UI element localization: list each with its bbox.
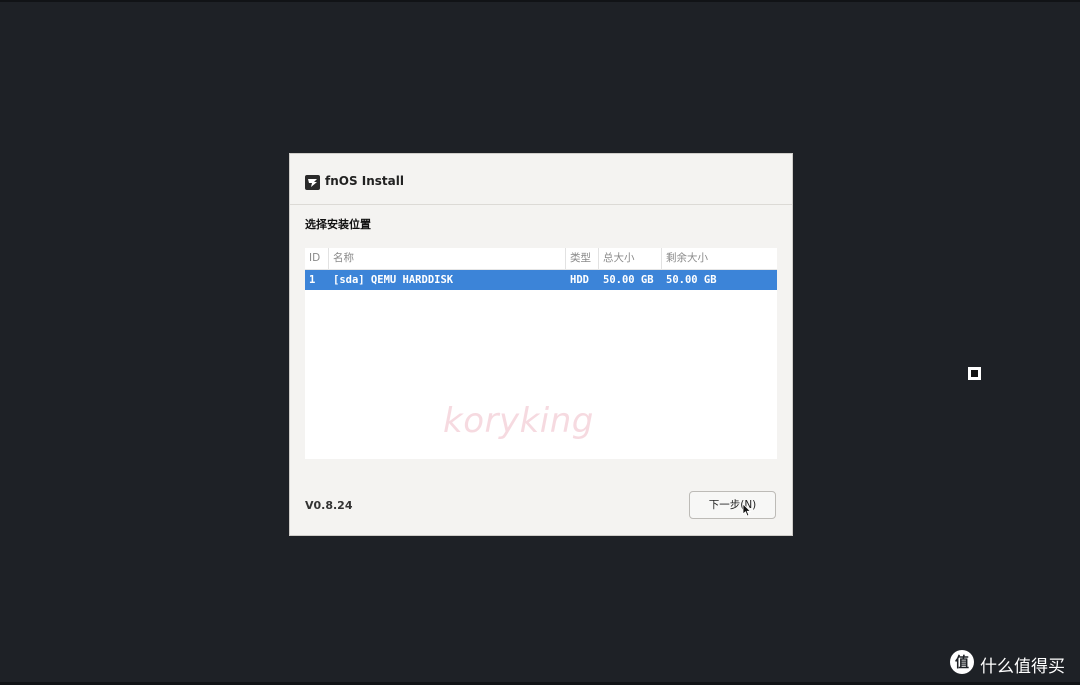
disk-table[interactable]: ID 名称 类型 总大小 剩余大小 1 [sda] QEMU HARDDISK … (305, 248, 777, 459)
cell-total-size: 50.00 GB (603, 274, 654, 286)
column-header-type[interactable]: 类型 (566, 248, 599, 269)
brand-text: 什么值得买 (980, 657, 1065, 677)
desktop-background: fnOS Install 选择安装位置 ID 名称 类型 总大小 剩余大小 1 … (0, 0, 1080, 685)
next-button[interactable]: 下一步(N) (689, 491, 776, 519)
section-title: 选择安装位置 (305, 218, 371, 231)
version-label: V0.8.24 (305, 499, 353, 512)
cell-id: 1 (309, 274, 316, 286)
table-header: ID 名称 类型 总大小 剩余大小 (305, 248, 777, 270)
installer-dialog: fnOS Install 选择安装位置 ID 名称 类型 总大小 剩余大小 1 … (290, 154, 792, 535)
column-header-name[interactable]: 名称 (329, 248, 566, 269)
cell-free-size: 50.00 GB (666, 274, 717, 286)
window-title: fnOS Install (325, 174, 404, 188)
top-border (0, 0, 1080, 2)
fnos-logo-icon (305, 175, 320, 190)
cell-name: [sda] QEMU HARDDISK (333, 274, 454, 286)
mouse-pointer-icon (742, 503, 752, 517)
svg-text:值: 值 (955, 654, 969, 671)
smzdm-logo-icon: 值 (950, 650, 974, 674)
column-header-total-size[interactable]: 总大小 (599, 248, 662, 269)
cell-type: HDD (570, 274, 589, 286)
dialog-titlebar: fnOS Install (290, 154, 792, 205)
square-cursor-icon (968, 367, 981, 380)
column-header-free-size[interactable]: 剩余大小 (662, 248, 777, 269)
watermark-text: koryking (443, 401, 594, 441)
column-header-id[interactable]: ID (305, 248, 329, 269)
table-row-selected[interactable]: 1 [sda] QEMU HARDDISK HDD 50.00 GB 50.00… (305, 270, 777, 290)
